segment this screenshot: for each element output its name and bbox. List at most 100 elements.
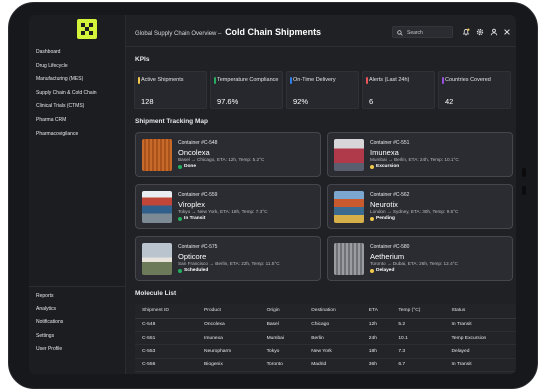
- shipment-card[interactable]: Container #C-559 Viroplex Tokyo → New Yo…: [135, 184, 321, 229]
- route-info: Mumbai → Berlin, ETA: 24h, Temp: 10.1°C: [370, 157, 459, 162]
- search-icon: [397, 30, 403, 36]
- product-name: Neurotix: [370, 200, 398, 209]
- sidebar-item-user-profile[interactable]: User Profile: [36, 343, 63, 356]
- shipment-card[interactable]: Container #C-551 Imunexa Mumbai → Berlin…: [327, 132, 513, 177]
- sidebar-item-drug-lifecycle[interactable]: Drug Lifecycle: [36, 60, 97, 74]
- cell-product: Imunexa: [197, 331, 260, 346]
- sidebar-item-settings[interactable]: Settings: [36, 330, 63, 343]
- kpi-accent: [138, 77, 140, 84]
- product-name: Viroplex: [178, 200, 205, 209]
- column-header-eta[interactable]: ETA: [361, 304, 392, 319]
- app-screen: Dashboard Drug Lifecycle Manufacturing (…: [29, 15, 516, 374]
- kpi-value: 97.6%: [217, 97, 239, 106]
- kpi-accent: [366, 77, 368, 84]
- sidebar-item-manufacturing[interactable]: Manufacturing (MES): [36, 73, 97, 87]
- sidebar-item-pharma-crm[interactable]: Pharma CRM: [36, 114, 97, 128]
- kpi-card-temperature-compliance: Temperature Compliance 97.6%: [210, 71, 283, 109]
- container-thumbnail: [142, 191, 172, 223]
- column-header-status[interactable]: Status: [444, 304, 516, 319]
- table-row[interactable]: C-548 Oncolexa Basel Chicago 12h 5.2 In …: [135, 318, 516, 332]
- side-button: [522, 168, 526, 177]
- column-header-shipment-id[interactable]: Shipment ID: [135, 304, 198, 319]
- cell-eta: 12h: [361, 318, 392, 332]
- cell-destination: New York: [304, 344, 362, 359]
- cell-status: Temp Excursion: [444, 331, 516, 346]
- container-thumbnail: [142, 243, 172, 275]
- breadcrumb-separator: –: [218, 31, 222, 37]
- cell-status: Delayed: [444, 344, 516, 359]
- shipment-card[interactable]: Container #C-575 Opticore San Francisco …: [135, 236, 321, 281]
- product-name: Imunexa: [370, 148, 399, 157]
- container-id: Container #C-548: [178, 140, 218, 146]
- container-id: Container #C-551: [370, 140, 410, 146]
- sidebar-item-supply-chain[interactable]: Supply Chain & Cold Chain: [36, 87, 97, 101]
- status-badge: Delayed: [376, 268, 395, 273]
- search-input[interactable]: Search: [392, 26, 453, 38]
- sidebar-item-pharmacovigilance[interactable]: Pharmacovigilance: [36, 128, 97, 142]
- kpi-label: On-Time Delivery: [293, 77, 336, 83]
- container-thumbnail: [142, 139, 172, 171]
- container-thumbnail: [334, 243, 364, 275]
- cell-shipment-id: C-553: [135, 344, 198, 359]
- sidebar-nav: Dashboard Drug Lifecycle Manufacturing (…: [36, 46, 97, 141]
- cell-temp: 7.3: [391, 344, 445, 359]
- kpi-card-active-shipments: Active Shipments 128: [134, 71, 207, 109]
- cell-origin: Basel: [259, 318, 305, 332]
- search-placeholder: Search: [407, 30, 423, 36]
- status-badge: Pending: [376, 216, 395, 221]
- kpi-label: Alerts (Last 24h): [369, 77, 410, 83]
- molecule-table-container: Shipment ID Product Origin Destination E…: [135, 304, 516, 374]
- breadcrumb-parent[interactable]: Global Supply Chain Overview: [135, 31, 216, 37]
- route-info: San Francisco → Berlin, ETA: 22h, Temp: …: [178, 261, 280, 266]
- cell-eta: 36h: [361, 358, 392, 373]
- map-heading: Shipment Tracking Map: [135, 118, 208, 125]
- kpis-heading: KPIs: [135, 56, 150, 63]
- user-icon[interactable]: [490, 28, 498, 36]
- page-title: Cold Chain Shipments: [225, 27, 322, 37]
- shipment-card[interactable]: Container #C-548 Oncolexa Basel → Chicag…: [135, 132, 321, 177]
- shipment-card[interactable]: Container #C-562 Neurotix London → Sydne…: [327, 184, 513, 229]
- column-header-temp[interactable]: Temp (°C): [391, 304, 445, 319]
- table-row[interactable]: C-551 Imunexa Mumbai Berlin 24h 10.1 Tem…: [135, 331, 516, 346]
- table-row[interactable]: C-553 Neuropharm Tokyo New York 18h 7.3 …: [135, 344, 516, 359]
- sidebar-item-dashboard[interactable]: Dashboard: [36, 46, 97, 60]
- molecule-list-heading: Molecule List: [135, 290, 177, 297]
- shipment-card[interactable]: Container #C-580 Aetherium Toronto → Dub…: [327, 236, 513, 281]
- cell-origin: Mumbai: [259, 331, 305, 346]
- sidebar-item-notifications[interactable]: Notifications: [36, 316, 63, 329]
- cell-destination: Madrid: [304, 358, 362, 373]
- table-row[interactable]: C-556 Biogenix Toronto Madrid 36h 6.7 In…: [135, 358, 516, 373]
- side-button: [522, 186, 526, 195]
- top-bar: Global Supply Chain Overview – Cold Chai…: [126, 15, 516, 47]
- app-logo[interactable]: [77, 19, 97, 39]
- bell-icon[interactable]: [462, 28, 470, 36]
- cell-shipment-id: C-548: [135, 318, 198, 332]
- container-thumbnail: [334, 191, 364, 223]
- container-thumbnail: [334, 139, 364, 171]
- column-header-origin[interactable]: Origin: [259, 304, 305, 319]
- product-name: Oncolexa: [178, 148, 210, 157]
- container-id: Container #C-562: [370, 192, 410, 198]
- sidebar-item-reports[interactable]: Reports: [36, 290, 63, 303]
- cell-eta: 24h: [361, 331, 392, 346]
- column-header-product[interactable]: Product: [197, 304, 260, 319]
- close-icon[interactable]: [503, 28, 511, 36]
- molecule-table: Shipment ID Product Origin Destination E…: [135, 304, 516, 373]
- kpi-card-on-time-delivery: On-Time Delivery 92%: [286, 71, 359, 109]
- gear-icon[interactable]: [476, 28, 484, 36]
- cell-destination: Berlin: [304, 331, 362, 346]
- sidebar-item-clinical-trials[interactable]: Clinical Trials (CTMS): [36, 100, 97, 114]
- route-info: London → Sydney, ETA: 30h, Temp: 9.5°C: [370, 209, 459, 214]
- status-badge: In Transit: [184, 216, 206, 221]
- cell-product: Biogenix: [197, 358, 260, 373]
- column-header-destination[interactable]: Destination: [304, 304, 362, 319]
- cell-temp: 5.2: [391, 318, 445, 332]
- status-badge: Scheduled: [184, 268, 209, 273]
- sidebar-bottom-nav: Reports Analytics Notifications Settings…: [36, 290, 63, 356]
- kpi-accent: [214, 77, 216, 84]
- container-id: Container #C-575: [178, 244, 218, 250]
- cell-shipment-id: C-556: [135, 358, 198, 373]
- sidebar-item-analytics[interactable]: Analytics: [36, 303, 63, 316]
- cell-eta: 18h: [361, 344, 392, 359]
- sidebar: Dashboard Drug Lifecycle Manufacturing (…: [29, 15, 126, 374]
